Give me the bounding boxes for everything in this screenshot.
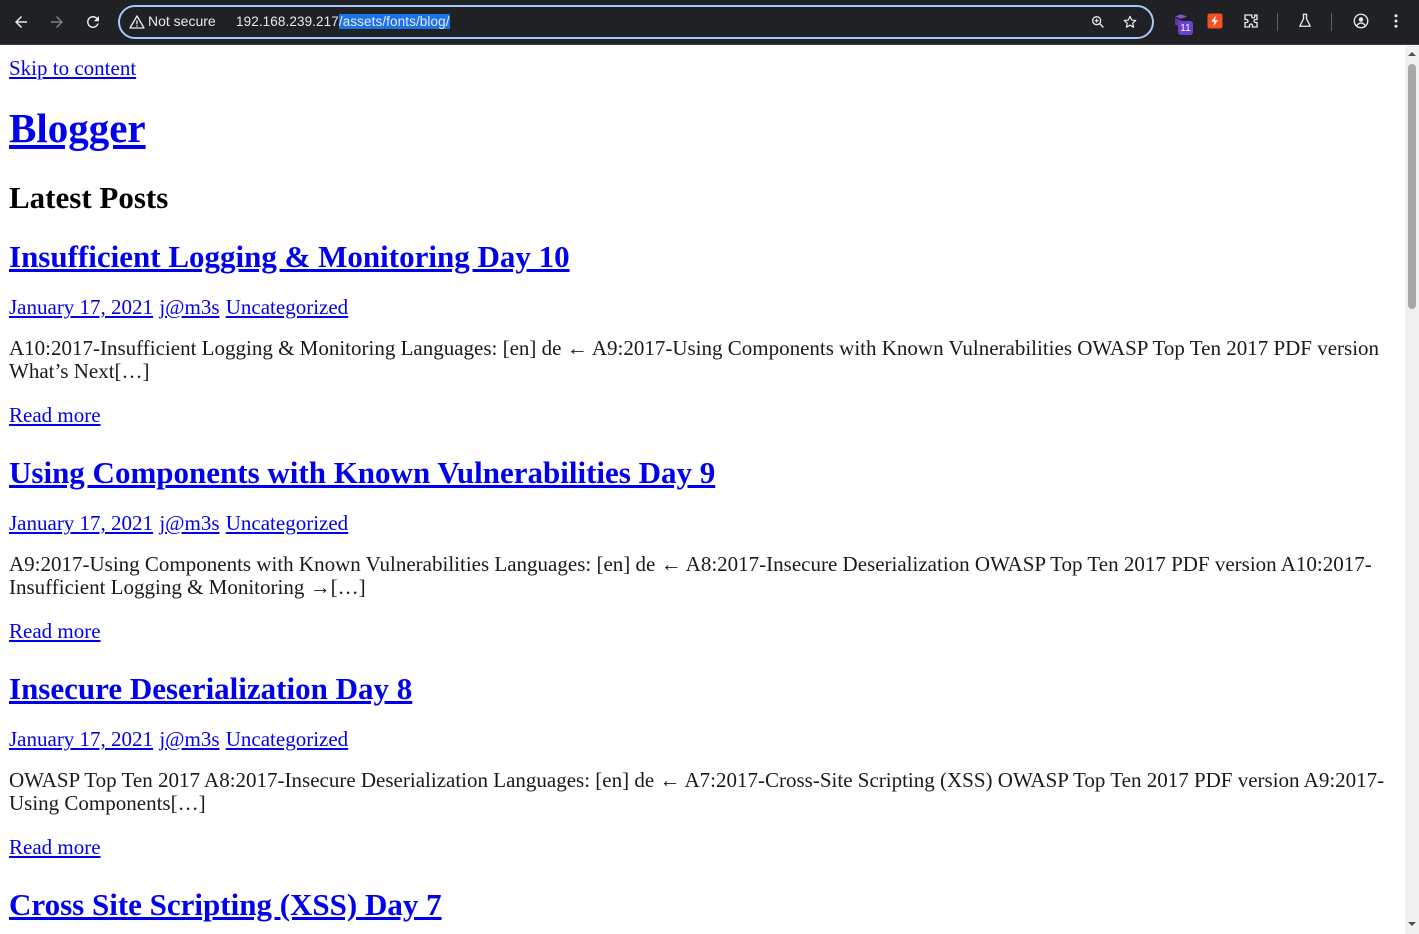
scroll-up-arrow-icon[interactable]: [1408, 50, 1416, 58]
read-more-link[interactable]: Read more: [9, 619, 101, 644]
site-title-link[interactable]: Blogger: [9, 105, 146, 151]
forward-button[interactable]: [43, 8, 71, 36]
address-bar[interactable]: Not secure 192.168.239.217/assets/fonts/…: [118, 5, 1154, 39]
post-meta: January 17, 2021 j@m3s Uncategorized: [9, 295, 349, 320]
scroll-down-arrow-icon[interactable]: [1408, 920, 1416, 928]
post-title-link[interactable]: Insecure Deserialization Day 8: [9, 671, 412, 706]
url-path-selected: /assets/fonts/blog/: [338, 14, 450, 29]
post-date-link[interactable]: January 17, 2021: [9, 727, 153, 751]
post-title: Cross Site Scripting (XSS) Day 7: [9, 886, 442, 923]
extension-badge: 11: [1178, 21, 1193, 35]
post-title: Insecure Deserialization Day 8: [9, 670, 412, 707]
site-title: Blogger: [9, 104, 146, 153]
extension-bolt-icon[interactable]: [1204, 10, 1226, 32]
extensions-puzzle-icon[interactable]: [1240, 10, 1262, 32]
post-date-link[interactable]: January 17, 2021: [9, 295, 153, 319]
post-author-link[interactable]: j@m3s: [159, 727, 219, 751]
url-host: 192.168.239.217: [236, 14, 339, 29]
toolbar-divider: [1277, 13, 1278, 31]
post-category-link[interactable]: Uncategorized: [226, 727, 348, 751]
menu-kebab-icon[interactable]: [1385, 10, 1407, 32]
post-category-link[interactable]: Uncategorized: [226, 511, 348, 535]
post-meta: January 17, 2021 j@m3s Uncategorized: [9, 727, 349, 752]
post-title: Insufficient Logging & Monitoring Day 10: [9, 238, 570, 275]
post-author-link[interactable]: j@m3s: [159, 511, 219, 535]
post-title-link[interactable]: Insufficient Logging & Monitoring Day 10: [9, 239, 570, 274]
url-text[interactable]: 192.168.239.217/assets/fonts/blog/: [236, 14, 450, 29]
browser-toolbar: Not secure 192.168.239.217/assets/fonts/…: [0, 0, 1419, 45]
post-title-link[interactable]: Cross Site Scripting (XSS) Day 7: [9, 887, 442, 922]
post-excerpt: A10:2017-Insufficient Logging & Monitori…: [9, 336, 1380, 383]
arrow-right-icon: [51, 16, 63, 28]
post-author-link[interactable]: j@m3s: [159, 295, 219, 319]
reload-button[interactable]: [79, 8, 107, 36]
post-excerpt: OWASP Top Ten 2017 A8:2017-Insecure Dese…: [9, 768, 1385, 815]
scrollbar-thumb[interactable]: [1408, 64, 1416, 309]
profile-avatar-icon[interactable]: [1350, 10, 1372, 32]
post-excerpt: A9:2017-Using Components with Known Vuln…: [9, 552, 1372, 599]
section-title: Latest Posts: [9, 180, 169, 215]
labs-flask-icon[interactable]: [1294, 10, 1316, 32]
warning-icon: [129, 14, 145, 30]
read-more-link[interactable]: Read more: [9, 403, 101, 428]
read-more-link[interactable]: Read more: [9, 835, 101, 860]
skip-to-content-link[interactable]: Skip to content: [9, 56, 136, 81]
post-title: Using Components with Known Vulnerabilit…: [9, 454, 715, 491]
post-title-link[interactable]: Using Components with Known Vulnerabilit…: [9, 455, 715, 490]
security-status-label[interactable]: Not secure: [148, 13, 216, 29]
post-meta: January 17, 2021 j@m3s Uncategorized: [9, 511, 349, 536]
reload-icon: [86, 15, 99, 28]
toolbar-divider: [1331, 13, 1332, 31]
page-viewport: Skip to content Blogger Latest Posts Ins…: [0, 46, 1405, 934]
back-button[interactable]: [7, 8, 35, 36]
post-category-link[interactable]: Uncategorized: [226, 295, 348, 319]
vertical-scrollbar[interactable]: [1405, 46, 1419, 934]
zoom-icon[interactable]: [1090, 14, 1108, 32]
bookmark-star-icon[interactable]: [1122, 14, 1140, 32]
post-date-link[interactable]: January 17, 2021: [9, 511, 153, 535]
arrow-left-icon: [15, 16, 27, 28]
